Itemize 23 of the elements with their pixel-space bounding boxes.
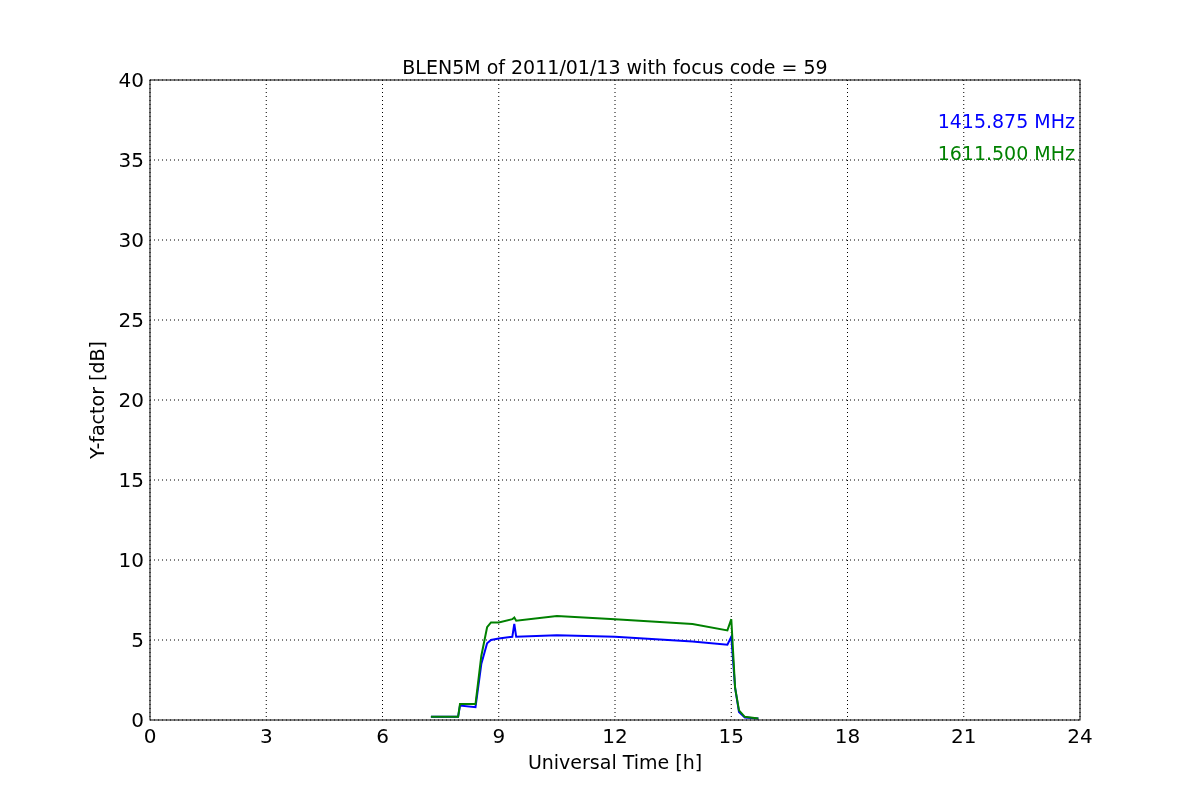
- x-tick-label: 12: [602, 724, 628, 748]
- x-tick-label: 6: [376, 724, 389, 748]
- chart-title: BLEN5M of 2011/01/13 with focus code = 59: [402, 56, 828, 78]
- x-axis-label: Universal Time [h]: [527, 751, 703, 773]
- legend-label: 1611.500 MHz: [937, 142, 1075, 164]
- y-axis-label: Y-factor [dB]: [86, 341, 108, 459]
- y-tick-label: 15: [118, 468, 144, 492]
- y-tick-label: 5: [131, 628, 144, 652]
- y-tick-label: 0: [131, 708, 144, 732]
- y-tick-label: 40: [118, 68, 144, 92]
- y-tick-label: 35: [118, 148, 144, 172]
- x-tick-label: 9: [492, 724, 506, 748]
- x-tick-label: 0: [143, 724, 157, 748]
- y-tick-label: 30: [118, 228, 144, 252]
- x-tick-label: 3: [259, 724, 273, 748]
- x-tick-label: 15: [718, 724, 744, 748]
- y-tick-label: 20: [118, 388, 144, 412]
- x-tick-label: 24: [1067, 724, 1093, 748]
- x-tick-label: 18: [834, 724, 861, 748]
- y-tick-label: 25: [118, 308, 144, 332]
- legend-label: 1415.875 MHz: [937, 110, 1075, 132]
- x-tick-label: 21: [951, 724, 977, 748]
- y-tick-label: 10: [118, 548, 144, 572]
